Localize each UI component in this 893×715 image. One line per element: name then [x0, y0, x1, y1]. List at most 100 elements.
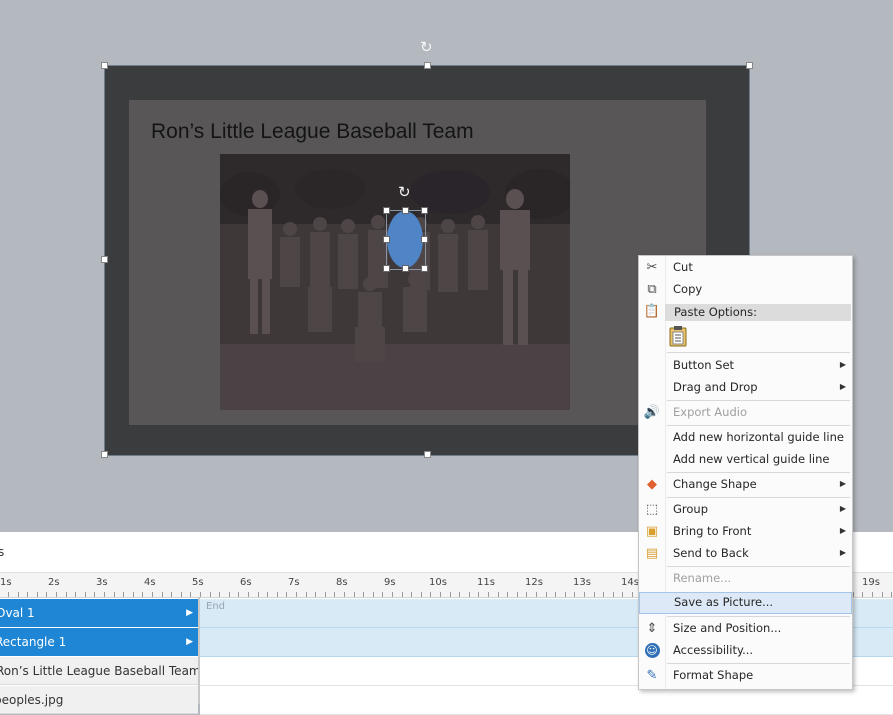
ruler-tick [603, 592, 604, 597]
ruler-tick-label: 2s [48, 577, 60, 588]
timeline-track-peoples-jpg[interactable] [200, 686, 893, 715]
oval-resize-handle[interactable] [421, 207, 428, 214]
ruler-tick [66, 592, 67, 597]
menu-item-drag-and-drop[interactable]: Drag and Drop ▶ [639, 377, 852, 399]
submenu-arrow-icon: ▶ [839, 479, 846, 488]
menu-item-add-vertical-guide[interactable]: Add new vertical guide line [639, 449, 852, 471]
ruler-tick-label: 12s [525, 577, 543, 588]
ruler-tick [75, 592, 76, 597]
ruler-tick [498, 592, 499, 597]
timeline-row-peoples-jpg[interactable]: peoples.jpg [0, 686, 198, 714]
menu-item-change-shape[interactable]: ◆ Change Shape ▶ [639, 474, 852, 496]
timeline-row-rectangle-1[interactable]: Rectangle 1 ▶ [0, 628, 198, 656]
menu-separator [667, 400, 850, 401]
menu-item-label: Add new vertical guide line [673, 452, 830, 466]
menu-item-format-shape[interactable]: ✎ Format Shape [639, 665, 852, 687]
export-audio-icon: 🔊 [643, 405, 661, 420]
ruler-tick [229, 592, 230, 597]
ruler-tick [27, 592, 28, 597]
resize-handle[interactable] [101, 256, 108, 263]
oval-resize-handle[interactable] [402, 207, 409, 214]
menu-item-label: Bring to Front [673, 524, 752, 538]
timeline-row-oval-1[interactable]: Oval 1 ▶ [0, 599, 198, 627]
menu-item-button-set[interactable]: Button Set ▶ [639, 355, 852, 377]
ruler-tick [421, 592, 422, 597]
oval-selection-outline [386, 210, 426, 270]
resize-handle[interactable] [424, 451, 431, 458]
ruler-tick [411, 592, 412, 597]
resize-handle[interactable] [424, 62, 431, 69]
oval-resize-handle[interactable] [421, 236, 428, 243]
rotate-handle-icon[interactable]: ↻ [420, 40, 433, 55]
ruler-tick [18, 592, 19, 597]
ruler-tick-label: 13s [573, 577, 591, 588]
timeline-end-marker[interactable]: End [206, 601, 225, 612]
oval-resize-handle[interactable] [383, 236, 390, 243]
size-position-icon: ⇕ [646, 621, 658, 636]
ruler-tick [382, 592, 383, 597]
menu-item-copy[interactable]: ⧉ Copy [639, 279, 852, 301]
menu-item-save-as-picture[interactable]: Save as Picture... [639, 592, 852, 614]
oval-resize-handle[interactable] [402, 265, 409, 272]
ruler-tick [363, 592, 364, 597]
timeline-label-divider[interactable] [198, 597, 200, 704]
accessibility-icon: ☺ [644, 643, 660, 658]
ruler-tick-label: 9s [384, 577, 396, 588]
menu-item-label: Add new horizontal guide line [673, 430, 844, 444]
menu-separator [667, 425, 850, 426]
ruler-tick [478, 592, 479, 597]
menu-separator [667, 352, 850, 353]
submenu-arrow-icon: ▶ [839, 526, 846, 535]
oval-resize-handle[interactable] [383, 207, 390, 214]
expand-arrow-icon[interactable]: ▶ [186, 628, 193, 656]
menu-item-size-and-position[interactable]: ⇕ Size and Position... [639, 618, 852, 640]
oval-resize-handle[interactable] [421, 265, 428, 272]
menu-item-cut[interactable]: ✂ Cut [639, 257, 852, 279]
ruler-tick [315, 592, 316, 597]
ruler-tick [248, 592, 249, 597]
menu-item-send-to-back[interactable]: ▤ Send to Back ▶ [639, 543, 852, 565]
menu-item-add-horizontal-guide[interactable]: Add new horizontal guide line [639, 427, 852, 449]
menu-item-label: Rename... [673, 571, 732, 585]
ruler-tick [613, 592, 614, 597]
oval-rotate-handle-icon[interactable]: ↻ [398, 185, 411, 200]
ruler-tick [306, 592, 307, 597]
menu-item-accessibility[interactable]: ☺ Accessibility... [639, 640, 852, 662]
resize-handle[interactable] [101, 451, 108, 458]
ruler-tick [123, 592, 124, 597]
ruler-tick [210, 592, 211, 597]
menu-item-bring-to-front[interactable]: ▣ Bring to Front ▶ [639, 521, 852, 543]
expand-arrow-icon[interactable]: ▶ [186, 599, 193, 627]
ruler-tick-label: 10s [429, 577, 447, 588]
ruler-tick [238, 592, 239, 597]
ruler-tick [56, 592, 57, 597]
ruler-tick [152, 592, 153, 597]
slide-title[interactable]: Ron’s Little League Baseball Team [151, 120, 474, 144]
ruler-tick [296, 592, 297, 597]
resize-handle[interactable] [746, 62, 753, 69]
menu-item-export-audio[interactable]: 🔊 Export Audio [639, 402, 852, 424]
ruler-tick-label: 8s [336, 577, 348, 588]
oval-resize-handle[interactable] [383, 265, 390, 272]
ruler-tick [526, 592, 527, 597]
menu-item-rename[interactable]: Rename... [639, 568, 852, 590]
timeline-row-label: Ron’s Little League Baseball Team [0, 664, 201, 678]
timeline-row-title[interactable]: Ron’s Little League Baseball Team [0, 657, 201, 685]
ruler-tick [459, 592, 460, 597]
timeline-row-label: Oval 1 [0, 606, 35, 620]
ruler-tick [219, 592, 220, 597]
ruler-tick [450, 592, 451, 597]
ruler-tick [882, 592, 883, 597]
resize-handle[interactable] [101, 62, 108, 69]
menu-item-label: Group [673, 502, 709, 516]
ruler-tick [94, 592, 95, 597]
menu-item-group[interactable]: ⬚ Group ▶ [639, 499, 852, 521]
ruler-tick [546, 592, 547, 597]
ruler-tick [200, 592, 201, 597]
ruler-tick [622, 592, 623, 597]
paste-clipboard-icon[interactable] [669, 325, 687, 347]
ruler-tick [267, 592, 268, 597]
ruler-tick [8, 592, 9, 597]
team-photo-image[interactable] [220, 154, 570, 410]
menu-item-label: Cut [673, 260, 693, 274]
